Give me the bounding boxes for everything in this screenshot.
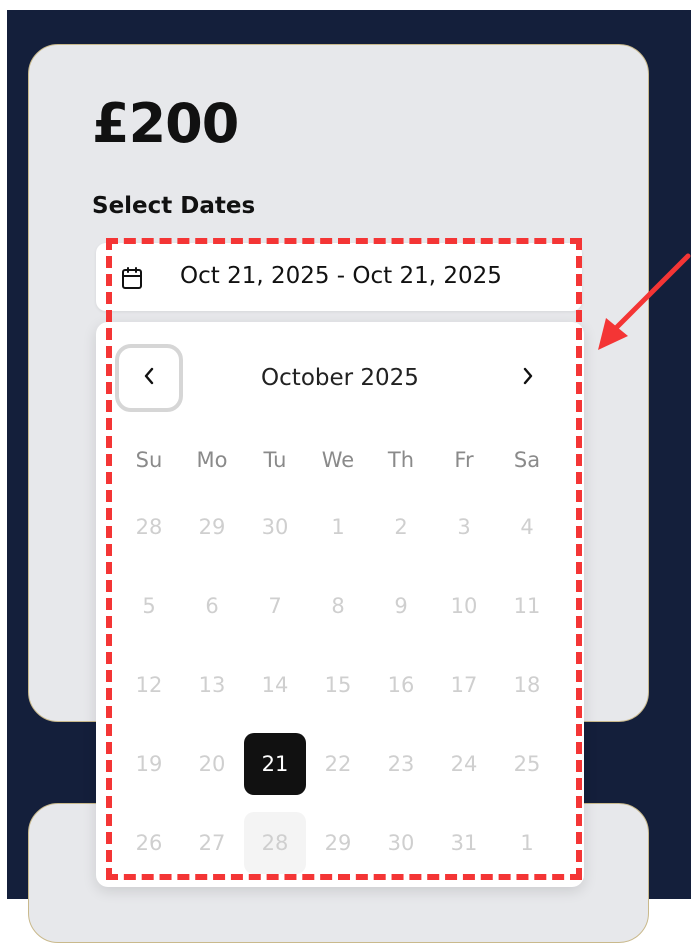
day-cell: 12 [135,673,163,697]
day-cell: 9 [394,594,408,618]
weekday-sa: Sa [513,448,541,472]
day-cell: 22 [324,752,352,776]
day-cell: 16 [387,673,415,697]
day-cell: 7 [268,594,282,618]
day-cell: 6 [205,594,219,618]
day-cell: 20 [198,752,226,776]
day-cell: 10 [450,594,478,618]
select-dates-label: Select Dates [92,193,256,219]
day-cell: 24 [450,752,478,776]
day-cell: 5 [142,594,156,618]
day-cell: 14 [261,673,289,697]
price-label: £200 [92,92,239,155]
chevron-right-icon [521,366,535,390]
day-cell: 25 [513,752,541,776]
day-cell: 26 [135,831,163,855]
day-cell: 29 [198,515,226,539]
calendar-icon [120,266,144,290]
day-cell: 30 [387,831,415,855]
selected-day-cell[interactable]: 21 [244,733,306,795]
day-cell: 31 [450,831,478,855]
day-cell: 4 [520,515,534,539]
day-cell: 29 [324,831,352,855]
day-cell: 3 [457,515,471,539]
weekday-fr: Fr [454,448,474,472]
day-cell: 30 [261,515,289,539]
next-month-button[interactable] [494,344,562,412]
calendar-popup: October 2025 Su Mo Tu We Th Fr Sa 28 29 … [96,322,584,887]
day-cell: 27 [198,831,226,855]
date-range-field[interactable]: Oct 21, 2025 - Oct 21, 2025 [96,243,582,311]
day-cell: 17 [450,673,478,697]
day-cell: 2 [394,515,408,539]
highlighted-day-cell: 28 [244,812,306,874]
date-range-value: Oct 21, 2025 - Oct 21, 2025 [180,263,502,289]
weekday-tu: Tu [263,448,287,472]
day-cell: 28 [135,515,163,539]
annotation-arrow-icon [598,253,691,350]
day-cell: 19 [135,752,163,776]
day-cell: 18 [513,673,541,697]
day-cell: 13 [198,673,226,697]
weekday-we: We [321,448,355,472]
weekday-mo: Mo [196,448,228,472]
day-cell: 1 [520,831,534,855]
weekday-su: Su [135,448,163,472]
day-cell: 8 [331,594,345,618]
day-cell: 11 [513,594,541,618]
day-cell: 15 [324,673,352,697]
day-cell: 23 [387,752,415,776]
day-cell: 1 [331,515,345,539]
weekday-th: Th [387,448,415,472]
